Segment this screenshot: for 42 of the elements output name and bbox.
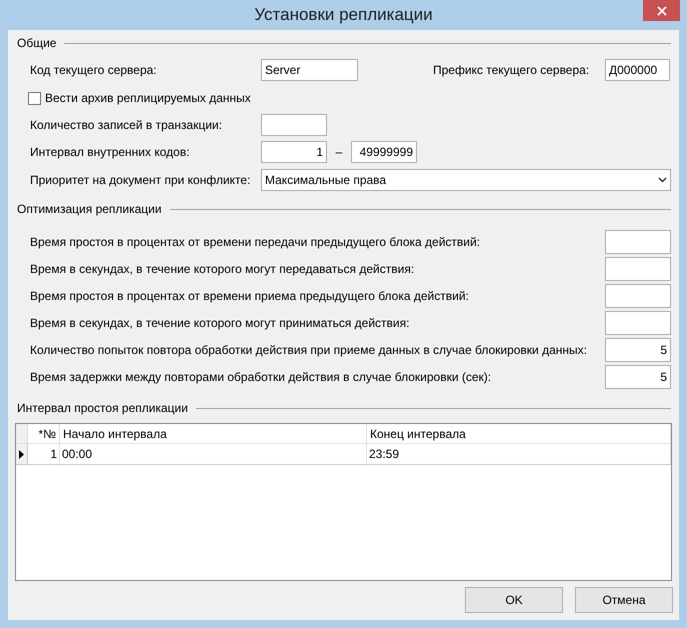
input-field[interactable]: 5	[605, 365, 671, 389]
input-field[interactable]	[605, 230, 671, 254]
field-label: Количество попыток повтора обработки действия при приеме данных в случае блокировки данных:	[30, 342, 588, 359]
dash-separator: –	[334, 144, 344, 161]
input-field[interactable]	[605, 311, 671, 335]
field-label: Время задержки между повторами обработки действия в случае блокировки (сек):	[30, 369, 492, 386]
field-label: Количество записей в транзакции:	[30, 117, 224, 134]
field-label: Код текущего сервера:	[30, 62, 158, 79]
close-button[interactable]	[643, 0, 680, 21]
field-label: Префикс текущего сервера:	[433, 62, 590, 79]
column-header[interactable]: Начало интервала	[60, 424, 367, 443]
caret-icon	[658, 177, 667, 183]
field-label: Интервал внутренних кодов:	[30, 144, 191, 161]
section-title: Общие	[17, 35, 56, 52]
table-cell: 00:00	[60, 444, 367, 464]
window-title: Установки репликации	[254, 4, 433, 26]
input-field[interactable]: 49999999	[351, 141, 417, 163]
input-field[interactable]: Server	[261, 59, 358, 81]
dropdown[interactable]: Максимальные права	[261, 169, 671, 191]
field-label: Время простоя в процентах от времени передачи предыдущего блока действий:	[30, 234, 482, 251]
field-label: Время в секундах, в течение которого могут передаваться действия:	[30, 261, 416, 278]
input-field[interactable]: Д000000	[605, 59, 670, 81]
field-label: Время простоя в процентах от времени приема предыдущего блока действий:	[30, 288, 470, 305]
section-title: Интервал простоя репликации	[17, 400, 188, 417]
column-header[interactable]: Конец интервала	[367, 424, 671, 443]
column-header[interactable]: *№	[28, 424, 60, 443]
table-cell: 23:59	[367, 444, 671, 464]
checkbox[interactable]	[28, 92, 41, 104]
field-label: Приоритет на документ при конфликте:	[30, 172, 252, 189]
input-field[interactable]	[261, 114, 327, 136]
field-label: Время в секундах, в течение которого могут приниматься действия:	[30, 315, 410, 332]
row-header-cell[interactable]	[16, 444, 28, 464]
input-field[interactable]	[605, 257, 671, 281]
checkbox-label: Вести архив реплицируемых данных	[45, 90, 251, 107]
dialog-button[interactable]: Отмена	[575, 587, 673, 613]
section-title: Оптимизация репликации	[17, 201, 162, 218]
input-field[interactable]: 1	[261, 141, 327, 163]
dialog-button[interactable]: OK	[465, 587, 563, 613]
table-cell: 1	[28, 444, 60, 464]
input-field[interactable]	[605, 284, 671, 308]
input-field[interactable]: 5	[605, 338, 671, 362]
close-icon	[656, 6, 666, 16]
